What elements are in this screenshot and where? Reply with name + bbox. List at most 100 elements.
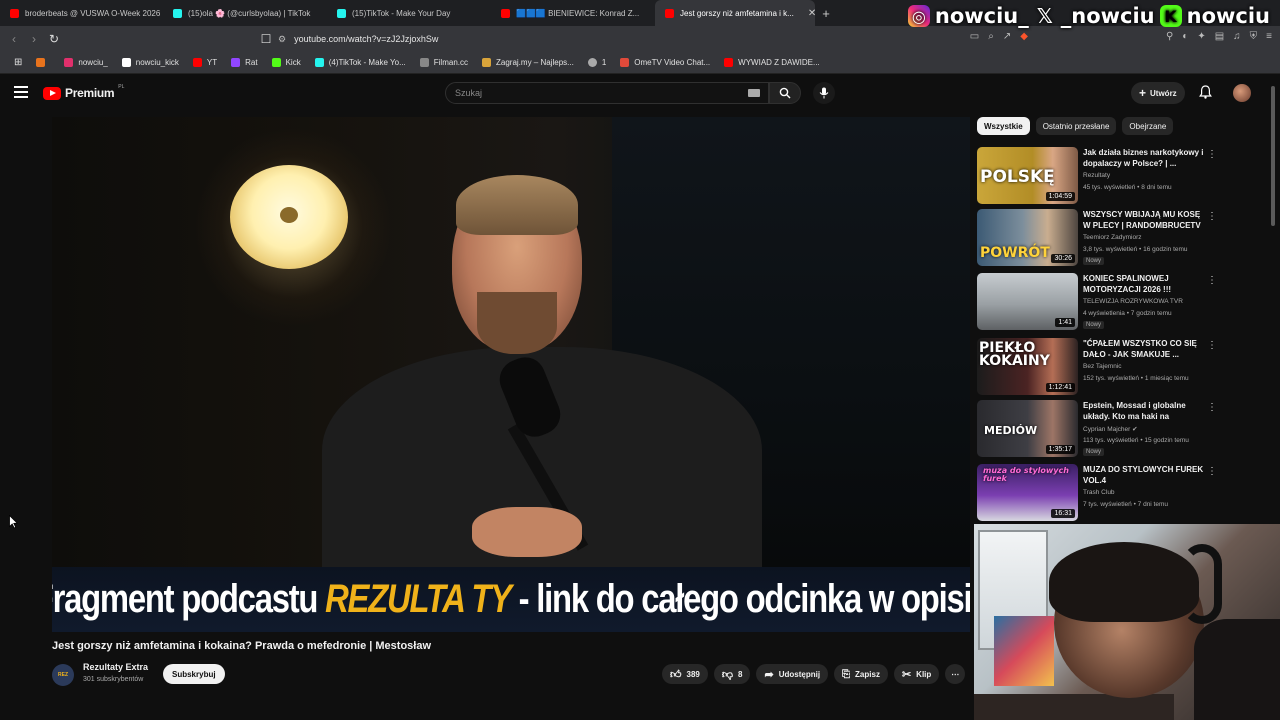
menu-icon[interactable]	[14, 86, 28, 98]
recommendation-item[interactable]: 1:41 KONIEC SPALINOWEJ MOTORYZACJI 2026 …	[977, 273, 1217, 330]
bookmark-item[interactable]: WYWIAD Z DAWIDE...	[718, 58, 825, 67]
more-vert-icon[interactable]: ⋮	[1207, 275, 1217, 286]
chip-recent[interactable]: Ostatnio przesłane	[1035, 117, 1117, 135]
video-caption-banner: Fragment podcastu REZULTA TY - link do c…	[52, 567, 970, 632]
rec-channel: Rezultaty	[1083, 172, 1111, 179]
rec-meta: 152 tys. wyświetleń • 1 miesiąc temu	[1083, 375, 1189, 382]
like-button[interactable]: 👍︎ 389	[662, 664, 708, 684]
zoom-icon[interactable]: ⌕	[988, 31, 994, 42]
thumbnail[interactable]: MEDIÓW 1:35:17	[977, 400, 1078, 457]
site-info-icon[interactable]: ⚙	[278, 34, 286, 45]
notifications-icon[interactable]	[1199, 85, 1212, 104]
forward-icon[interactable]: ›	[24, 32, 44, 46]
extension-icon[interactable]: ◐	[1182, 31, 1188, 42]
headset	[1182, 544, 1222, 624]
apps-icon[interactable]: ⊞	[8, 57, 28, 68]
instagram-icon	[64, 58, 74, 67]
channel-avatar[interactable]: REZ	[52, 664, 74, 686]
browser-tab[interactable]: (15)TikTok - Make Your Day	[327, 0, 491, 26]
thumbnail[interactable]: POWRÓT 30:26	[977, 209, 1078, 266]
browser-tab[interactable]: (15)ola 🌸 (@curlsbyolaa) | TikTok	[163, 0, 327, 26]
rec-title: Jak działa biznes narkotykowy i dopalacz…	[1083, 148, 1204, 168]
address-bar[interactable]: ⚙ youtube.com/watch?v=zJ2JzjoxhSw	[278, 30, 998, 48]
kick-icon	[271, 58, 281, 67]
search-button[interactable]	[769, 82, 801, 104]
extension-icon[interactable]: ⚲	[1166, 31, 1173, 42]
youtube-icon	[501, 8, 510, 18]
scrollbar[interactable]	[1271, 86, 1275, 226]
reload-icon[interactable]: ↻	[44, 32, 64, 46]
brave-shield-icon[interactable]: ◆	[1020, 31, 1028, 42]
dislike-button[interactable]: 👎︎ 8	[713, 664, 751, 684]
more-vert-icon[interactable]: ⋮	[1207, 466, 1217, 477]
media-icon[interactable]: ♫	[1233, 31, 1241, 42]
x-icon	[121, 58, 131, 67]
rec-meta: 3,8 tys. wyświetleń • 16 godzin temu	[1083, 246, 1188, 253]
bookmark-item[interactable]: OmeTV Video Chat...	[614, 58, 716, 67]
thumbnail[interactable]: PIEKŁO KOKAINY 1:12:41	[977, 338, 1078, 395]
share-button[interactable]: ➦ Udostępnij	[756, 664, 829, 684]
browser-tab[interactable]: 🟦🟦🟦 BIENIEWICE: Konrad Z...	[491, 0, 655, 26]
rec-title: "ĆPAŁEM WSZYSTKO CO SIĘ DAŁO - JAK SMAKU…	[1083, 339, 1197, 359]
youtube-play-icon	[43, 86, 61, 100]
close-tab-icon[interactable]: ✕	[808, 8, 815, 19]
thumbnail[interactable]: POLSKĘ 1:04:59	[977, 147, 1078, 204]
keyboard-icon[interactable]	[748, 89, 760, 97]
voice-search-button[interactable]	[813, 82, 835, 104]
subscribe-button[interactable]: Subskrybuj	[163, 664, 225, 684]
bookmark-item[interactable]: Kick	[266, 58, 307, 67]
bookmark-item[interactable]: 1	[582, 58, 612, 67]
bookmark-item[interactable]: YT	[187, 58, 223, 67]
rec-meta: 45 tys. wyświetleń • 8 dni temu	[1083, 184, 1172, 191]
duration-badge: 16:31	[1051, 509, 1075, 518]
more-vert-icon[interactable]: ⋮	[1207, 211, 1217, 222]
thumbnail[interactable]: muza do stylowych furek 16:31	[977, 464, 1078, 521]
back-icon[interactable]: ‹	[4, 32, 24, 46]
thumbs-down-icon: 👎︎	[721, 668, 734, 681]
bookmark-item[interactable]: (4)TikTok - Make Yo...	[309, 58, 412, 67]
bookmark-item[interactable]	[30, 58, 56, 67]
person-hands	[472, 507, 582, 557]
bookmark-item[interactable]: Rat	[225, 58, 263, 67]
menu-icon[interactable]: ≡	[1266, 31, 1272, 42]
bookmark-icon[interactable]: ☐	[256, 32, 276, 46]
recommendation-item[interactable]: PIEKŁO KOKAINY 1:12:41 "ĆPAŁEM WSZYSTKO …	[977, 338, 1217, 395]
youtube-logo[interactable]: Premium PL	[43, 84, 124, 100]
cast-icon[interactable]: ▭	[970, 31, 979, 42]
vpn-icon[interactable]: ⛨	[1250, 31, 1258, 42]
recommendation-item[interactable]: POWRÓT 30:26 WSZYSCY WBIJAJĄ MU KOSĘ W P…	[977, 209, 1217, 266]
more-actions-button[interactable]: ⋯	[945, 664, 966, 684]
more-vert-icon[interactable]: ⋮	[1207, 340, 1217, 351]
avatar[interactable]	[1233, 84, 1251, 102]
rec-title: Epstein, Mossad i globalne układy. Kto m…	[1083, 401, 1186, 424]
more-vert-icon[interactable]: ⋮	[1207, 149, 1217, 160]
sidebar-icon[interactable]: ▤	[1215, 31, 1224, 42]
webcam-desk	[974, 694, 1174, 720]
thumbnail[interactable]: 1:41	[977, 273, 1078, 330]
x-icon: 𝕏	[1036, 4, 1053, 28]
more-vert-icon[interactable]: ⋮	[1207, 402, 1217, 413]
share-icon[interactable]: ↗	[1003, 31, 1011, 42]
chip-all[interactable]: Wszystkie	[977, 117, 1030, 135]
recommendation-item[interactable]: POLSKĘ 1:04:59 Jak działa biznes narkoty…	[977, 147, 1217, 204]
bookmark-item[interactable]: nowciu_	[58, 58, 113, 67]
browser-tab[interactable]: broderbeats @ VUSWA O-Week 2026	[0, 0, 163, 26]
search-input[interactable]: Szukaj	[445, 82, 769, 104]
bookmark-item[interactable]: nowciu_kick	[116, 58, 185, 67]
create-button[interactable]: + Utwórz	[1131, 82, 1185, 104]
chip-watched[interactable]: Obejrzane	[1122, 117, 1174, 135]
channel-name[interactable]: Rezultaty Extra	[83, 662, 148, 672]
bookmark-item[interactable]: Zagraj.my – Najleps...	[476, 58, 580, 67]
clip-button[interactable]: ✂ Klip	[893, 664, 940, 684]
puzzle-icon[interactable]: ✦	[1197, 31, 1205, 42]
browser-tab-active[interactable]: Jest gorszy niż amfetamina i k... ✕	[655, 0, 815, 26]
duration-badge: 30:26	[1051, 254, 1075, 263]
video-player[interactable]: Fragment podcastu REZULTA TY - link do c…	[52, 117, 970, 632]
recommendation-item[interactable]: MEDIÓW 1:35:17 Epstein, Mossad i globaln…	[977, 400, 1217, 457]
bookmark-item[interactable]: Filman.cc	[414, 58, 474, 67]
new-tab-button[interactable]: +	[815, 6, 837, 21]
filter-chips: Wszystkie Ostatnio przesłane Obejrzane	[977, 117, 1174, 135]
save-button[interactable]: ⎘ Zapisz	[834, 664, 888, 684]
youtube-icon	[724, 58, 734, 67]
recommendation-item[interactable]: muza do stylowych furek 16:31 MUZA DO ST…	[977, 464, 1217, 521]
